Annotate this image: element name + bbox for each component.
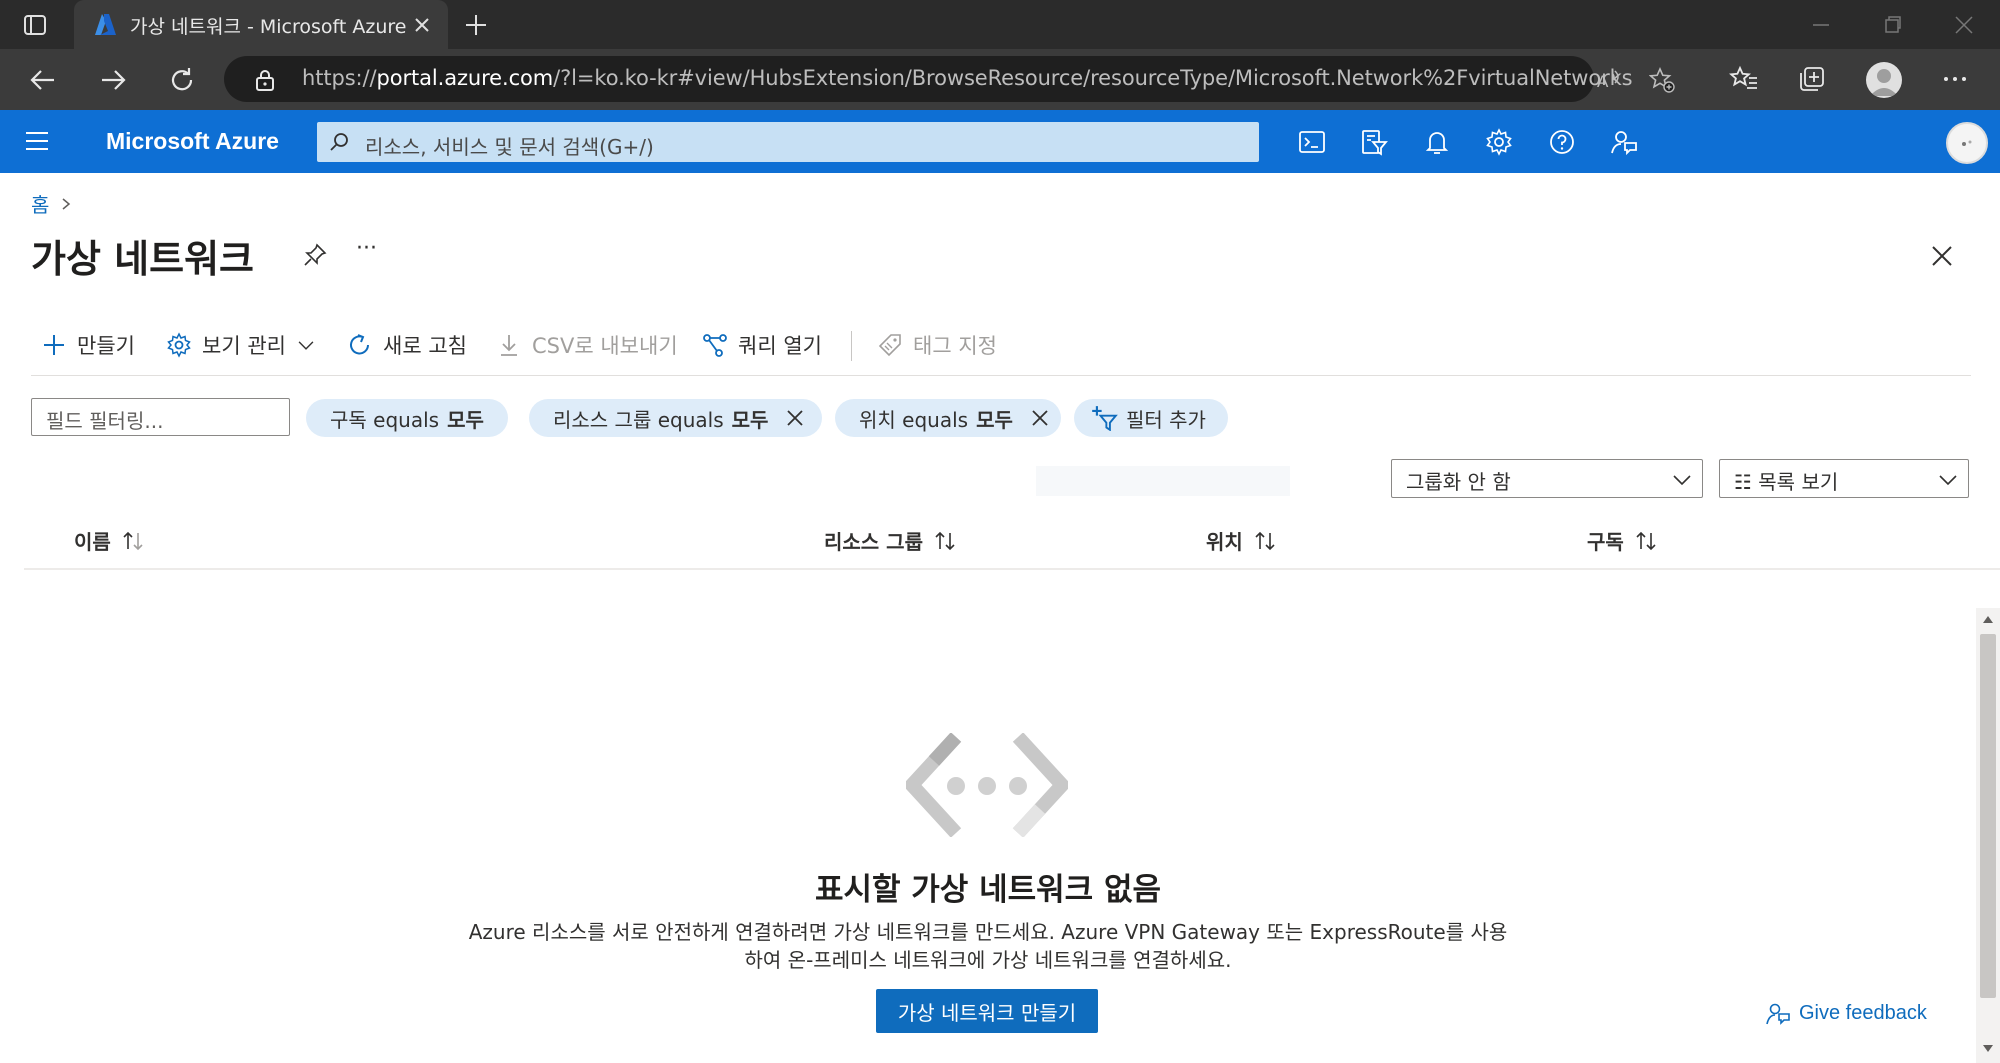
notifications-bell-icon[interactable] bbox=[1422, 127, 1452, 157]
read-aloud-icon[interactable]: A bbox=[1595, 67, 1621, 93]
empty-state-description: Azure 리소스를 서로 안전하게 연결하려면 가상 네트워크를 만드세요. … bbox=[468, 920, 1508, 972]
query-graph-icon bbox=[703, 334, 727, 357]
open-query-button[interactable]: 쿼리 열기 bbox=[702, 322, 822, 368]
give-feedback-link[interactable]: Give feedback bbox=[1765, 1000, 1927, 1026]
feedback-icon[interactable] bbox=[1609, 127, 1639, 157]
browser-profile-avatar[interactable] bbox=[1866, 62, 1902, 98]
export-csv-button[interactable]: CSV로 내보내기 bbox=[496, 322, 678, 368]
search-icon bbox=[330, 133, 348, 151]
tab-title: 가상 네트워크 - Microsoft Azure bbox=[130, 16, 407, 38]
command-bar-divider bbox=[31, 375, 1971, 376]
field-filter-input[interactable]: 필드 필터링... bbox=[31, 398, 290, 436]
page-title: 가상 네트워크 bbox=[31, 237, 254, 281]
refresh-icon bbox=[350, 334, 369, 355]
create-button[interactable]: 만들기 bbox=[41, 322, 135, 368]
azure-brand[interactable]: Microsoft Azure bbox=[106, 128, 279, 155]
browser-address-bar: https://portal.azure.com/?l=ko.ko-kr#vie… bbox=[0, 49, 2000, 110]
filter-pill-resource-group[interactable]: 리소스 그룹 equals 모두 bbox=[529, 399, 823, 437]
new-tab-icon[interactable] bbox=[462, 11, 490, 39]
tag-icon bbox=[878, 334, 901, 357]
chevron-right-icon bbox=[62, 197, 71, 210]
collections-icon[interactable] bbox=[1797, 64, 1827, 94]
command-separator bbox=[851, 331, 852, 361]
more-options-icon[interactable] bbox=[1940, 64, 1970, 94]
column-header-location[interactable]: 위치 bbox=[1206, 526, 1279, 555]
chevron-down-icon bbox=[298, 341, 314, 350]
column-header-resource-group[interactable]: 리소스 그룹 bbox=[824, 526, 959, 555]
azure-logo-icon bbox=[95, 14, 116, 35]
column-header-name[interactable]: 이름 bbox=[74, 526, 147, 555]
close-blade-icon[interactable] bbox=[1930, 244, 1954, 268]
empty-state-title: 표시할 가상 네트워크 없음 bbox=[814, 872, 1162, 908]
url-bar[interactable]: https://portal.azure.com/?l=ko.ko-kr#vie… bbox=[224, 56, 1675, 102]
close-window-icon[interactable] bbox=[1953, 14, 1975, 36]
back-icon[interactable] bbox=[28, 65, 58, 95]
grid-header: 이름 리소스 그룹 위치 구독 bbox=[24, 516, 2000, 570]
tab-actions-icon[interactable] bbox=[22, 12, 48, 38]
command-bar: 만들기 보기 관리 새로 고침 CSV로 내보내기 쿼리 열기 태그 지정 bbox=[31, 322, 1971, 368]
scrollbar-thumb[interactable] bbox=[1980, 634, 1996, 998]
chevron-down-icon bbox=[1673, 475, 1691, 486]
scroll-down-arrow-icon[interactable] bbox=[1982, 1044, 1994, 1054]
azure-top-bar: Microsoft Azure 리소스, 서비스 및 문서 검색(G+/) bbox=[0, 110, 2000, 173]
sort-icon bbox=[935, 531, 955, 550]
assign-tags-button[interactable]: 태그 지정 bbox=[877, 322, 997, 368]
scroll-up-arrow-icon[interactable] bbox=[1982, 614, 1994, 624]
restore-icon[interactable] bbox=[1881, 14, 1903, 36]
refresh-icon[interactable] bbox=[167, 65, 197, 95]
add-favorite-icon[interactable] bbox=[1649, 67, 1675, 93]
feedback-icon bbox=[1766, 1003, 1790, 1025]
filter-pill-location[interactable]: 위치 equals 모두 bbox=[835, 399, 1061, 437]
gear-icon bbox=[167, 332, 191, 358]
account-avatar[interactable] bbox=[1946, 122, 1988, 164]
more-actions-button[interactable]: ··· bbox=[356, 236, 377, 261]
sort-icon bbox=[1255, 531, 1275, 550]
browser-tab-bar: 가상 네트워크 - Microsoft Azure bbox=[0, 0, 2000, 49]
breadcrumb-home-link[interactable]: 홈 bbox=[31, 189, 49, 218]
directory-filter-icon[interactable] bbox=[1359, 127, 1389, 157]
create-virtual-network-button[interactable]: 가상 네트워크 만들기 bbox=[876, 989, 1098, 1033]
remove-filter-icon[interactable] bbox=[1029, 407, 1051, 429]
settings-gear-icon[interactable] bbox=[1484, 127, 1514, 157]
sort-icon bbox=[1636, 531, 1656, 550]
plus-icon bbox=[44, 335, 64, 355]
vertical-scrollbar[interactable] bbox=[1976, 608, 2000, 1063]
chevron-down-icon bbox=[1939, 475, 1957, 486]
pin-icon[interactable] bbox=[302, 242, 328, 268]
grouping-dropdown[interactable]: 그룹화 안 함 bbox=[1391, 459, 1703, 498]
lock-icon[interactable] bbox=[254, 68, 276, 92]
virtual-network-illustration-icon bbox=[906, 733, 1068, 837]
view-mode-dropdown[interactable]: ☷ 목록 보기 bbox=[1719, 459, 1969, 498]
remove-filter-icon[interactable] bbox=[784, 407, 806, 429]
url-text[interactable]: https://portal.azure.com/?l=ko.ko-kr#vie… bbox=[302, 66, 1633, 90]
favorites-icon[interactable] bbox=[1729, 64, 1759, 94]
manage-view-button[interactable]: 보기 관리 bbox=[166, 322, 316, 368]
add-filter-icon bbox=[1092, 406, 1118, 431]
close-tab-icon[interactable] bbox=[412, 15, 432, 35]
forward-icon[interactable] bbox=[98, 65, 128, 95]
search-placeholder: 리소스, 서비스 및 문서 검색(G+/) bbox=[365, 135, 654, 159]
column-header-subscription[interactable]: 구독 bbox=[1587, 526, 1660, 555]
add-filter-button[interactable]: 필터 추가 bbox=[1074, 399, 1228, 437]
svg-text:A: A bbox=[1597, 72, 1609, 91]
download-icon bbox=[501, 335, 517, 356]
refresh-button[interactable]: 새로 고침 bbox=[347, 322, 467, 368]
sort-icon bbox=[123, 531, 143, 550]
filter-pill-subscription[interactable]: 구독 equals 모두 bbox=[306, 399, 508, 437]
portal-menu-icon[interactable] bbox=[24, 130, 50, 152]
cloud-shell-icon[interactable] bbox=[1297, 127, 1327, 157]
breadcrumb: 홈 bbox=[31, 189, 73, 218]
ghost-search-box bbox=[1036, 466, 1290, 496]
minimize-icon[interactable] bbox=[1810, 14, 1832, 36]
help-icon[interactable] bbox=[1547, 127, 1577, 157]
global-search-input[interactable]: 리소스, 서비스 및 문서 검색(G+/) bbox=[317, 122, 1259, 162]
browser-tab-active[interactable]: 가상 네트워크 - Microsoft Azure bbox=[74, 0, 448, 49]
